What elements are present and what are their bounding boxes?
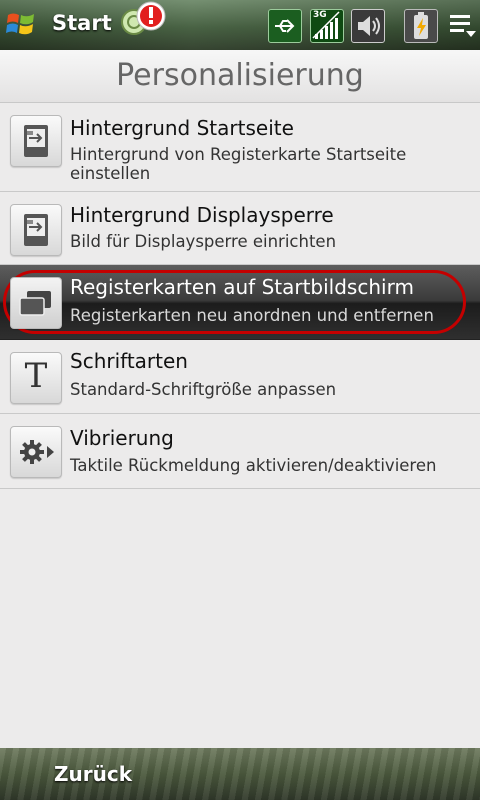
- item-subtitle: Bild für Displaysperre einrichten: [70, 232, 337, 251]
- vibration-gear-icon: [10, 426, 62, 478]
- menu-icon[interactable]: [448, 12, 478, 40]
- tabs-icon: [10, 277, 62, 329]
- status-bar: Start 3G: [0, 0, 480, 50]
- font-icon: T: [10, 352, 62, 404]
- list-item-hintergrund-startseite[interactable]: Hintergrund Startseite Hintergrund von R…: [0, 103, 480, 192]
- list-item-vibrierung[interactable]: Vibrierung Taktile Rückmeldung aktiviere…: [0, 414, 480, 489]
- settings-list: Hintergrund Startseite Hintergrund von R…: [0, 103, 480, 489]
- signal-3g-label: 3G: [313, 10, 327, 20]
- list-item-schriftarten[interactable]: T Schriftarten Standard-Schriftgröße anp…: [0, 340, 480, 414]
- start-label[interactable]: Start: [52, 11, 112, 35]
- speaker-icon[interactable]: [351, 9, 385, 43]
- usb-icon[interactable]: [268, 9, 302, 43]
- notification-alert-icon[interactable]: [120, 0, 170, 46]
- item-title: Hintergrund Startseite: [70, 116, 294, 140]
- item-title: Vibrierung: [70, 426, 174, 450]
- lockscreen-wallpaper-icon: [10, 204, 62, 256]
- item-subtitle: Taktile Rückmeldung aktivieren/deaktivie…: [70, 456, 437, 475]
- font-t-glyph: T: [24, 356, 48, 396]
- battery-charging-icon[interactable]: [404, 9, 438, 43]
- item-subtitle: Registerkarten neu anordnen und entferne…: [70, 306, 434, 325]
- list-item-hintergrund-displaysperre[interactable]: Hintergrund Displaysperre Bild für Displ…: [0, 192, 480, 265]
- item-title: Schriftarten: [70, 349, 188, 373]
- bottom-bar: Zurück: [0, 748, 480, 800]
- signal-3g-icon[interactable]: 3G: [310, 9, 344, 43]
- header: Personalisierung: [0, 50, 480, 103]
- wallpaper-icon: [10, 115, 62, 167]
- page-title: Personalisierung: [116, 58, 364, 93]
- item-title: Registerkarten auf Startbildschirm: [70, 275, 414, 299]
- item-subtitle: Standard-Schriftgröße anpassen: [70, 380, 337, 399]
- back-button[interactable]: Zurück: [54, 762, 132, 786]
- item-subtitle: Hintergrund von Registerkarte Startseite…: [70, 145, 407, 183]
- item-title: Hintergrund Displaysperre: [70, 203, 334, 227]
- windows-logo-icon[interactable]: [6, 10, 36, 38]
- list-item-registerkarten-selected[interactable]: Registerkarten auf Startbildschirm Regis…: [0, 265, 480, 340]
